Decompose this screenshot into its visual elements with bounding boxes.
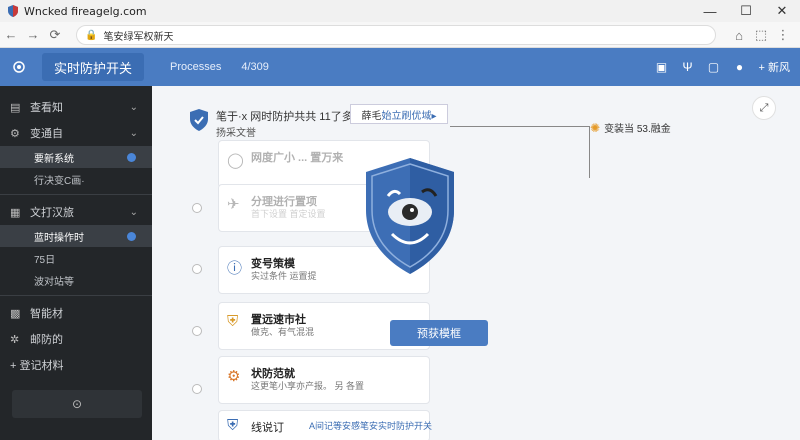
card-radio[interactable]	[192, 264, 202, 274]
card-title: 状防范就	[251, 368, 295, 380]
grid-icon: ▩	[10, 307, 21, 320]
sidebar-subitem[interactable]: 波对站等	[0, 269, 152, 291]
globe-icon: ◯	[227, 152, 244, 169]
sidebar-subitem[interactable]: 蓝时操作时	[0, 225, 152, 247]
sidebar-item-defense[interactable]: ✲ 邮防的	[0, 326, 152, 352]
sidebar-subitem[interactable]: 行决变C画·	[0, 168, 152, 190]
page-title: 笔于·x 网时防护共共 11了多	[216, 111, 353, 123]
sidebar-subitem-label: 蓝时操作时	[34, 232, 84, 244]
sidebar-item-label: 邮防的	[30, 334, 63, 346]
scan-dropdown[interactable]: 薛毛 始立刷优域▸	[350, 104, 448, 124]
dropdown-prefix: 薛毛	[361, 110, 382, 122]
preview-mode-button[interactable]: 预获模框	[390, 320, 488, 346]
card-radio[interactable]	[192, 326, 202, 336]
sidebar-item-label: + 登记材料	[10, 360, 64, 372]
screen-icon[interactable]: ▣	[649, 54, 675, 80]
tab-title[interactable]: Wncked fireagelg.com	[24, 5, 147, 18]
divider	[0, 295, 152, 296]
fullscreen-icon[interactable]: ⤢	[752, 96, 776, 120]
extension-icon[interactable]: ⬚	[750, 24, 772, 46]
satellite-icon: ✈	[227, 196, 240, 213]
sidebar: ▤ 查看知 ⌄ ⚙ 变通自 ⌄ 要新系统 行决变C画· ▦ 文打汉旅 ⌄ 蓝时操…	[0, 86, 152, 440]
tab-processes[interactable]: Processes	[170, 61, 221, 73]
cog-icon: ✲	[10, 333, 20, 346]
card-radio[interactable]	[192, 203, 202, 213]
card-desc: A间记等安感笔安实时防护开关	[309, 421, 433, 431]
gear-icon: ⚙	[10, 127, 20, 140]
sidebar-item-overview[interactable]: ▤ 查看知 ⌄	[0, 94, 152, 120]
sidebar-subitem-label: 75日	[34, 254, 56, 266]
app-logo-icon[interactable]	[0, 48, 38, 86]
sidebar-subitem-label: 要新系统	[34, 153, 74, 165]
sidebar-item-label: 文打汉旅	[30, 207, 74, 219]
card-title: 网度广小 ... 置万来	[251, 152, 344, 164]
card-radio[interactable]	[192, 384, 202, 394]
shield-blue-icon: ⛨	[227, 417, 239, 434]
sun-icon: ✺	[590, 120, 601, 135]
content-area: 笔于·x 网时防护共共 11了多 扬采文誉 薛毛 始立刷优域▸ ✺ 变装当 53.…	[182, 100, 742, 440]
page-subtitle: 扬采文誉	[216, 128, 256, 139]
app-header: 实时防护开关 Processes 4/309 ▣ Ψ ▢ ● + 新风	[0, 48, 800, 86]
sidebar-subitem-label: 波对站等	[34, 276, 74, 288]
browser-toolbar: ← → ⟳ 🔒 笔安绿军权新天 ⌂ ⬚ ⋮	[0, 22, 800, 48]
chevron-down-icon: ⌄	[129, 101, 138, 113]
card-desc: 这更笔小享亦产报。 另 各置	[251, 381, 365, 391]
reload-icon[interactable]: ⟳	[44, 24, 66, 46]
info-circle-icon: ⓘ	[227, 260, 243, 277]
menu-icon[interactable]: ⋮	[772, 24, 794, 46]
card-title: 分理进行置项	[251, 196, 317, 208]
feature-card[interactable]: ⚙ 状防范就 这更笔小享亦产报。 另 各置	[218, 356, 430, 404]
chevron-down-icon: ⌄	[129, 127, 138, 139]
shield-icon: ⛨	[227, 313, 239, 330]
info-icon[interactable]: ●	[727, 54, 753, 80]
document-icon: ▦	[10, 206, 21, 219]
process-count: 4/309	[241, 61, 269, 73]
back-button[interactable]: ←	[0, 24, 22, 46]
forward-button[interactable]: →	[22, 24, 44, 46]
main-panel: 笔于·x 网时防护共共 11了多 扬采文誉 薛毛 始立刷优域▸ ✺ 变装当 53.…	[152, 86, 800, 440]
sidebar-item-label: 变通自	[30, 128, 63, 140]
callout-text: 变装当 53.融金	[604, 124, 671, 135]
callout-connector	[450, 126, 590, 178]
sidebar-subitem-label: 行决变C画·	[34, 175, 85, 187]
compass-icon: ⊙	[71, 397, 83, 411]
antenna-icon[interactable]: Ψ	[675, 54, 701, 80]
chat-icon[interactable]: ▢	[701, 54, 727, 80]
big-shield-eye-icon	[366, 158, 454, 274]
card-title: 置远速市社	[251, 314, 306, 326]
close-button[interactable]: ✕	[764, 0, 800, 22]
sidebar-item-settings[interactable]: ⚙ 变通自 ⌄	[0, 120, 152, 146]
address-bar[interactable]: 🔒 笔安绿军权新天	[76, 25, 716, 45]
callout: ✺ 变装当 53.融金	[590, 120, 671, 136]
sidebar-item-add[interactable]: + 登记材料	[0, 352, 152, 378]
sidebar-item-smart[interactable]: ▩ 智能材	[0, 300, 152, 326]
sidebar-item-label: 智能材	[30, 308, 63, 320]
active-dot-icon	[127, 152, 136, 162]
protection-switch-button[interactable]: 实时防护开关	[42, 53, 145, 81]
sidebar-subitem[interactable]: 要新系统	[0, 146, 152, 168]
dropdown-value: 始立刷优域▸	[381, 110, 437, 122]
browser-titlebar: Wncked fireagelg.com — ☐ ✕	[0, 0, 800, 22]
chevron-down-icon: ⌄	[129, 206, 138, 218]
divider	[0, 194, 152, 195]
sidebar-bottom-button[interactable]: ⊙	[12, 390, 142, 418]
monitor-icon: ▤	[10, 101, 21, 114]
minimize-button[interactable]: —	[692, 0, 728, 22]
card-title: 变号策模	[251, 258, 295, 270]
shield-check-icon	[190, 109, 208, 131]
new-button[interactable]: + 新风	[759, 59, 790, 75]
lock-icon: 🔒	[85, 29, 98, 41]
card-title: 线说订	[251, 422, 284, 434]
shield-favicon-icon	[8, 5, 18, 17]
sidebar-item-files[interactable]: ▦ 文打汉旅 ⌄	[0, 199, 152, 225]
sidebar-item-label: 查看知	[30, 102, 63, 114]
url-text: 笔安绿军权新天	[103, 31, 174, 43]
home-icon[interactable]: ⌂	[728, 24, 750, 46]
active-dot-icon	[127, 231, 136, 241]
gear-orange-icon: ⚙	[227, 368, 241, 385]
sidebar-subitem[interactable]: 75日	[0, 247, 152, 269]
maximize-button[interactable]: ☐	[728, 0, 764, 22]
feature-card[interactable]: ⛨ 线说订 A间记等安感笔安实时防护开关	[218, 410, 432, 440]
